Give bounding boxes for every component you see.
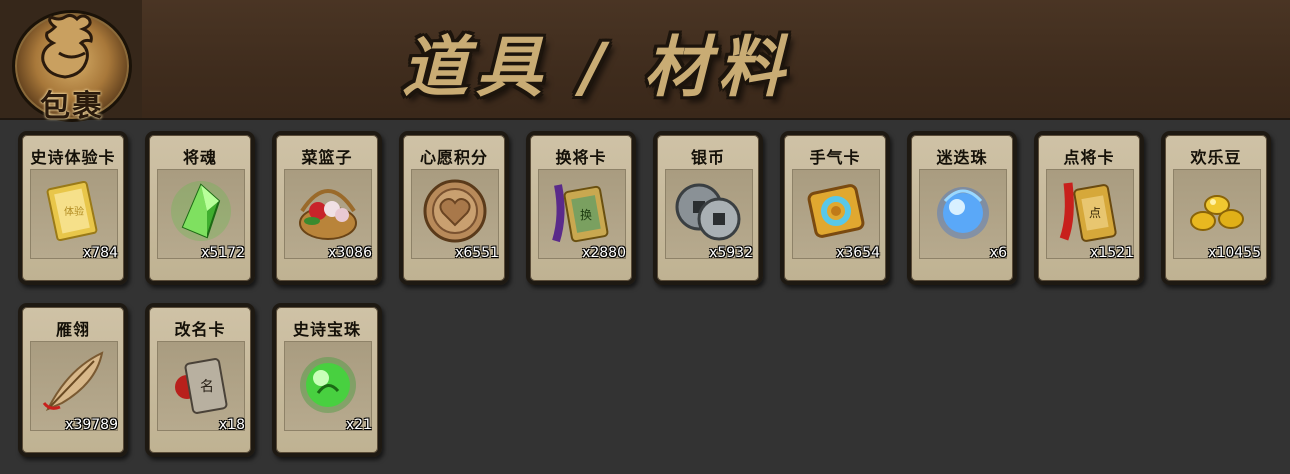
item-card[interactable]: 换将卡换 x2880 bbox=[526, 131, 636, 285]
item-card[interactable]: 菜篮子 x3086 bbox=[272, 131, 382, 285]
svg-text:点: 点 bbox=[1089, 206, 1101, 220]
blue-orb-icon bbox=[923, 171, 1003, 251]
item-count: x6 bbox=[989, 245, 1007, 261]
svg-text:体验: 体验 bbox=[64, 205, 84, 218]
item-count: x5932 bbox=[709, 245, 753, 261]
feather-icon bbox=[34, 343, 114, 423]
item-card[interactable]: 点将卡点 x1521 bbox=[1034, 131, 1144, 285]
item-card[interactable]: 迷迭珠 x6 bbox=[907, 131, 1017, 285]
flower-basket-icon bbox=[288, 171, 368, 251]
item-count: x10455 bbox=[1208, 245, 1261, 261]
item-name: 点将卡 bbox=[1063, 148, 1115, 167]
item-count: x39789 bbox=[65, 417, 118, 433]
rename-token-icon: 名 bbox=[161, 343, 241, 423]
green-crystal-icon bbox=[161, 171, 241, 251]
svg-text:换: 换 bbox=[580, 208, 592, 222]
general-token-icon: 点 bbox=[1050, 171, 1130, 251]
exchange-token-icon: 换 bbox=[542, 171, 622, 251]
svg-text:名: 名 bbox=[200, 379, 214, 395]
item-count: x2880 bbox=[582, 245, 626, 261]
item-card[interactable]: 欢乐豆 x10455 bbox=[1161, 131, 1271, 285]
item-card[interactable]: 将魂 x5172 bbox=[145, 131, 255, 285]
item-name: 雁翎 bbox=[55, 320, 90, 339]
item-name: 史诗宝珠 bbox=[292, 320, 361, 339]
item-name: 欢乐豆 bbox=[1190, 148, 1242, 167]
item-name: 将魂 bbox=[182, 148, 217, 167]
item-count: x3654 bbox=[836, 245, 880, 261]
item-name: 银币 bbox=[690, 148, 725, 167]
item-count: x3086 bbox=[328, 245, 372, 261]
item-card[interactable]: 史诗宝珠 x21 bbox=[272, 303, 382, 457]
item-name: 换将卡 bbox=[555, 148, 607, 167]
item-count: x784 bbox=[82, 245, 118, 261]
item-count: x6551 bbox=[455, 245, 499, 261]
item-card[interactable]: 雁翎 x39789 bbox=[18, 303, 128, 457]
luck-card-icon bbox=[796, 171, 876, 251]
item-card[interactable]: 史诗体验卡体验 x784 bbox=[18, 131, 128, 285]
item-card[interactable]: 改名卡名 x18 bbox=[145, 303, 255, 457]
item-card[interactable]: 手气卡 x3654 bbox=[780, 131, 890, 285]
item-name: 手气卡 bbox=[809, 148, 861, 167]
gold-card-icon: 体验 bbox=[34, 171, 114, 251]
item-name: 改名卡 bbox=[174, 320, 226, 339]
item-name: 心愿积分 bbox=[419, 148, 488, 167]
green-orb-icon bbox=[288, 343, 368, 423]
item-name: 菜篮子 bbox=[301, 148, 353, 167]
item-grid: 史诗体验卡体验 x784 将魂 x5172 菜篮子 x3086 心愿积分 x6551 换将卡换 x… bbox=[0, 0, 1290, 474]
item-card[interactable]: 银币 x5932 bbox=[653, 131, 763, 285]
gold-beans-icon bbox=[1177, 171, 1257, 251]
item-count: x1521 bbox=[1090, 245, 1134, 261]
item-card[interactable]: 心愿积分 x6551 bbox=[399, 131, 509, 285]
item-count: x5172 bbox=[201, 245, 245, 261]
silver-coins-icon bbox=[669, 171, 749, 251]
heart-coin-icon bbox=[415, 171, 495, 251]
item-name: 迷迭珠 bbox=[936, 148, 988, 167]
item-count: x21 bbox=[345, 417, 372, 433]
item-count: x18 bbox=[218, 417, 245, 433]
item-name: 史诗体验卡 bbox=[30, 148, 116, 167]
